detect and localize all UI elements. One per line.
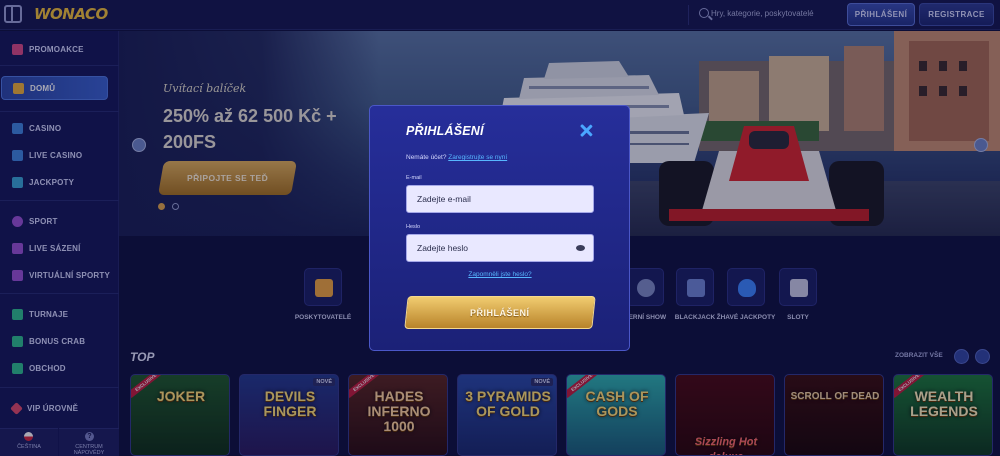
forgot-password-link[interactable]: Zapomněli jste heslo? [406, 271, 594, 278]
show-password-icon[interactable] [576, 245, 585, 251]
password-field[interactable] [407, 235, 593, 261]
register-link[interactable]: Zaregistrujte se nyní [448, 154, 507, 161]
email-field[interactable] [407, 186, 593, 212]
login-submit-button[interactable]: PŘIHLÁŠENÍ [404, 296, 596, 329]
no-account-text: Nemáte účet? Zaregistrujte se nyní [406, 154, 508, 161]
password-label: Heslo [406, 224, 421, 230]
modal-title: PŘIHLÁŠENÍ [406, 124, 484, 138]
email-field-wrapper [406, 185, 594, 213]
password-field-wrapper [406, 234, 594, 262]
close-icon[interactable] [580, 124, 593, 137]
email-label: E-mail [406, 175, 422, 181]
login-modal: PŘIHLÁŠENÍ Nemáte účet? Zaregistrujte se… [369, 105, 630, 351]
login-submit-label: PŘIHLÁŠENÍ [470, 307, 530, 318]
